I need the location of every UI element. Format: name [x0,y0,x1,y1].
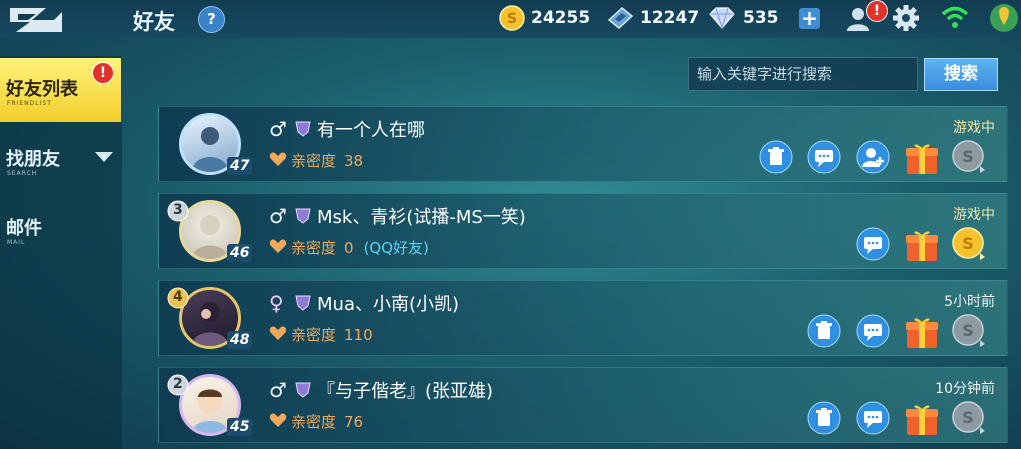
friend-level: 46 [227,244,253,262]
svg-text:S: S [507,11,517,27]
svg-text:S: S [962,147,974,166]
intimacy-value: 76 [344,413,364,431]
rank-number: 3 [173,202,183,218]
chat-button[interactable] [856,401,890,435]
friend-name: Mua、小南(小凯) [317,294,460,315]
friendlist-alert-badge: ! [92,62,114,84]
voucher-amount: 12247 [640,8,700,28]
delete-friend-button[interactable] [807,314,841,348]
svg-text:S: S [962,234,974,253]
sidebar-item-sublabel: MAIL [7,239,26,246]
friend-last-seen: 10分钟前 [935,381,995,397]
player-avatar-icon[interactable] [989,3,1019,33]
intimacy-label: 亲密度 [291,239,337,257]
intimacy-info: 亲密度 38 [291,150,363,171]
intimacy-label: 亲密度 [291,326,337,344]
intimacy-value: 0 [344,239,354,257]
intimacy-value: 38 [344,152,364,170]
chat-button[interactable] [807,140,841,174]
male-gender-icon: ♂ [269,204,287,228]
send-coin-button[interactable]: S [952,401,986,435]
intimacy-info: 亲密度 0 (QQ好友) [291,237,429,258]
delete-friend-button[interactable] [759,140,793,174]
sidebar-item-label: 邮件 [6,218,42,239]
heart-icon [269,239,287,253]
friend-row[interactable]: 2 45 ♂ 『与子偕老』(张亚雄) 亲密度 76 10分钟前 S [158,367,1008,443]
chat-button[interactable] [856,314,890,348]
rank-number: 4 [173,289,183,305]
svg-text:S: S [962,321,974,340]
search-input[interactable] [689,58,917,90]
heart-icon [269,413,287,427]
sidebar-item-label: 找朋友 [6,149,60,170]
chevron-down-icon[interactable] [95,152,113,162]
sidebar-item-label: 好友列表 [6,79,78,100]
search-box [688,57,918,91]
gift-button[interactable] [904,399,940,437]
diamond-amount: 535 [743,8,779,28]
settings-gear-icon[interactable] [892,3,920,33]
friend-last-seen: 5小时前 [944,294,995,310]
friend-level: 47 [227,157,253,175]
gift-button[interactable] [904,312,940,350]
svg-text:S: S [962,408,974,427]
send-coin-button[interactable]: S [952,140,986,174]
diamond-currency: 535 [707,6,779,30]
gift-button[interactable] [904,138,940,176]
rank-shield-icon [295,208,311,224]
rank-shield-icon [295,295,311,311]
search-button[interactable]: 搜索 [924,58,998,91]
friend-row[interactable]: 4 48 ♀ Mua、小南(小凯) 亲密度 110 5小时前 S [158,280,1008,356]
friend-status: 游戏中 [953,120,995,136]
recharge-plus-button[interactable]: + [799,8,820,29]
friend-row[interactable]: 47 ♂ 有一个人在哪 亲密度 38 游戏中 S [158,106,1008,182]
send-coin-button[interactable]: S [952,314,986,348]
voucher-currency: 12247 [606,6,699,30]
chat-button[interactable] [856,227,890,261]
intimacy-info: 亲密度 76 [291,411,363,432]
friend-level: 45 [227,418,253,436]
sidebar-item-sublabel: SEARCH [7,170,38,177]
sidebar-item-sublabel: FRIENDLIST [7,100,52,107]
gold-amount: 24255 [531,8,591,28]
male-gender-icon: ♂ [269,117,287,141]
friend-request-badge: ! [866,0,888,22]
rank-shield-icon [295,382,311,398]
male-gender-icon: ♂ [269,378,287,402]
friend-status: 游戏中 [953,207,995,223]
invite-team-button[interactable] [856,140,890,174]
heart-icon [269,326,287,340]
qq-friend-tag: (QQ好友) [363,239,429,257]
voucher-icon [607,7,634,29]
delete-friend-button[interactable] [807,401,841,435]
friend-row[interactable]: 3 46 ♂ Msk、青衫(试播-MS一笑) 亲密度 0 (QQ好友) 游戏中 S [158,193,1008,269]
intimacy-info: 亲密度 110 [291,324,373,345]
gold-currency: S 24255 [499,5,591,31]
friend-name: 有一个人在哪 [317,120,425,141]
friend-name: 『与子偕老』(张亚雄) [317,381,494,402]
female-gender-icon: ♀ [269,291,284,315]
diamond-icon [709,7,735,30]
rank-number: 2 [173,376,183,392]
back-logo-icon[interactable] [6,2,70,36]
intimacy-label: 亲密度 [291,413,337,431]
page-title: 好友 [133,10,175,34]
friend-name: Msk、青衫(试播-MS一笑) [317,207,526,228]
friend-level: 48 [227,331,253,349]
intimacy-label: 亲密度 [291,152,337,170]
gift-button[interactable] [904,225,940,263]
intimacy-value: 110 [344,326,373,344]
send-coin-button[interactable]: S [952,227,986,261]
gold-coin-icon: S [499,5,525,31]
wifi-signal-icon [941,6,969,28]
rank-shield-icon [295,121,311,137]
help-button[interactable]: ? [198,6,225,33]
heart-icon [269,152,287,166]
